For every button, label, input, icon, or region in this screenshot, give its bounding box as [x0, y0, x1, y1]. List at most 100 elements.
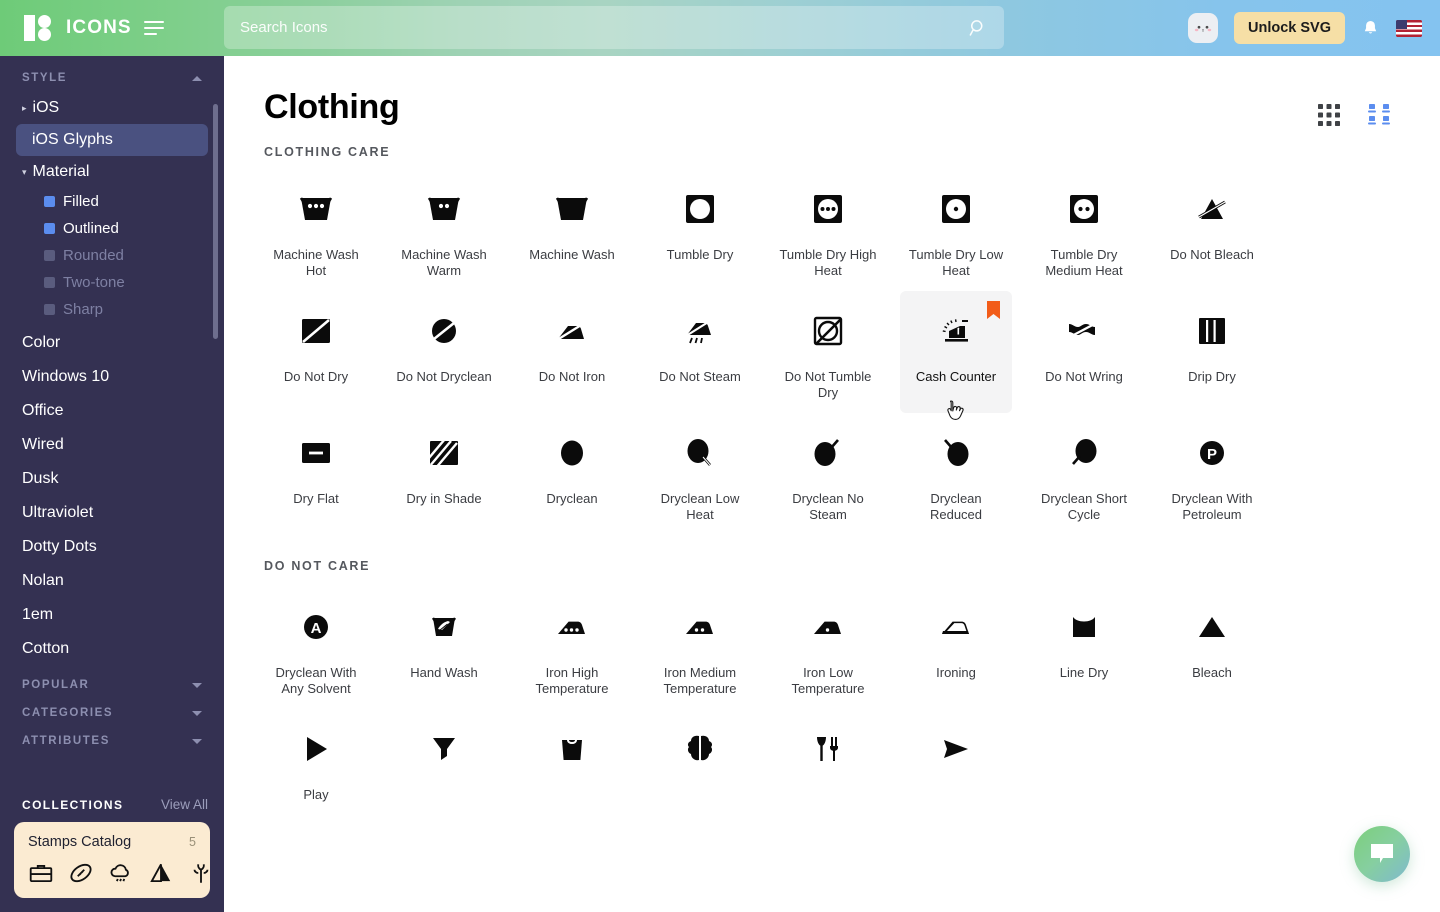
icon-card[interactable]: Iron Medium Temperature — [644, 587, 756, 709]
sidebar-section-categories[interactable]: CATEGORIES — [0, 699, 224, 727]
icon-card-cash-counter[interactable]: Cash Counter — [900, 291, 1012, 420]
icon-card[interactable]: Hand Wash — [388, 587, 500, 709]
sidebar-item-outlined[interactable]: Outlined — [0, 215, 224, 242]
icon-card[interactable]: Iron High Temperature — [516, 587, 628, 709]
sidebar-item-wired[interactable]: Wired — [0, 427, 224, 461]
sidebar-item-material[interactable]: ▾ Material — [0, 156, 224, 188]
icon-label: Tumble Dry Low Heat — [908, 247, 1004, 278]
collection-card-stamps-catalog[interactable]: Stamps Catalog 5 — [14, 822, 210, 898]
icon-card[interactable]: A Dryclean With Any Solvent — [260, 587, 372, 709]
sidebar-section-style[interactable]: STYLE — [0, 56, 224, 92]
sidebar-item-ultraviolet[interactable]: Ultraviolet — [0, 495, 224, 529]
icon-card[interactable]: Dryclean No Steam — [772, 413, 884, 535]
icon-card[interactable]: Play — [260, 709, 372, 829]
hamburger-menu-icon[interactable] — [143, 21, 164, 35]
sidebar-item-nolan[interactable]: Nolan — [0, 563, 224, 597]
bookmark-icon[interactable] — [987, 301, 1000, 319]
icon-card[interactable]: Dryclean Reduced — [900, 413, 1012, 535]
icon-card[interactable] — [516, 709, 628, 829]
chat-bubble-icon — [1371, 844, 1393, 863]
search-input[interactable] — [240, 19, 968, 36]
mountain-icon — [150, 863, 171, 883]
icon-card[interactable]: Ironing — [900, 587, 1012, 709]
icon-card[interactable]: Do Not Dry — [260, 291, 372, 413]
section-label-do-not-care: DO NOT CARE — [264, 559, 371, 573]
sidebar-item-two-tone[interactable]: Two-tone — [0, 269, 224, 296]
icon-card[interactable]: Dryclean Short Cycle — [1028, 413, 1140, 535]
chevron-down-icon[interactable] — [192, 738, 202, 744]
icon-card[interactable]: Iron Low Temperature — [772, 587, 884, 709]
sidebar-scrollbar[interactable] — [213, 104, 218, 339]
cat-avatar-icon[interactable] — [1188, 13, 1218, 43]
sidebar-item-ios[interactable]: ▸ iOS — [0, 92, 224, 124]
icon-card[interactable]: Machine Wash — [516, 169, 628, 291]
notification-bell-icon[interactable] — [1361, 18, 1380, 39]
ironing-icon — [937, 605, 975, 649]
icon-card[interactable]: Machine Wash Hot — [260, 169, 372, 291]
sidebar-item-dotty-dots[interactable]: Dotty Dots — [0, 529, 224, 563]
icon-card[interactable]: Tumble Dry Medium Heat — [1028, 169, 1140, 291]
sidebar-item-1em[interactable]: 1em — [0, 597, 224, 631]
icon-card[interactable]: Line Dry — [1028, 587, 1140, 709]
icon-card[interactable]: Tumble Dry Low Heat — [900, 169, 1012, 291]
search-bar[interactable] — [224, 6, 1004, 49]
checkbox-filled-icon[interactable] — [44, 223, 55, 234]
unlock-svg-button[interactable]: Unlock SVG — [1234, 12, 1345, 44]
sidebar-item-label: Dusk — [22, 470, 59, 487]
brand-logo-icon[interactable] — [24, 15, 56, 41]
icon-card[interactable]: P Dryclean With Petroleum — [1156, 413, 1268, 535]
grid-view-icon[interactable] — [1318, 104, 1340, 126]
checkbox-empty-icon[interactable] — [44, 277, 55, 288]
icon-card[interactable]: Tumble Dry — [644, 169, 756, 291]
icon-card[interactable] — [772, 709, 884, 829]
sidebar-item-sharp[interactable]: Sharp — [0, 296, 224, 323]
sidebar-section-categories-label: CATEGORIES — [22, 707, 114, 719]
icon-card[interactable] — [900, 709, 1012, 829]
chevron-down-icon[interactable] — [192, 682, 202, 688]
icon-card[interactable]: Dryclean — [516, 413, 628, 535]
icon-label: Tumble Dry — [666, 247, 734, 262]
icon-label: Do Not Iron — [538, 369, 606, 384]
icon-card[interactable]: Do Not Dryclean — [388, 291, 500, 413]
icon-label: Do Not Bleach — [1170, 247, 1254, 262]
sidebar-item-label: iOS Glyphs — [32, 131, 113, 148]
icon-card[interactable] — [644, 709, 756, 829]
icon-card[interactable]: Dry in Shade — [388, 413, 500, 535]
checkbox-filled-icon[interactable] — [44, 196, 55, 207]
search-icon[interactable] — [968, 18, 988, 38]
sidebar-item-ios-glyphs[interactable]: iOS Glyphs — [16, 124, 208, 156]
sidebar-section-popular[interactable]: POPULAR — [0, 665, 224, 699]
icon-card[interactable]: Do Not Iron — [516, 291, 628, 413]
icon-card[interactable]: Machine Wash Warm — [388, 169, 500, 291]
chevron-up-icon[interactable] — [192, 75, 202, 81]
sidebar-item-cotton[interactable]: Cotton — [0, 631, 224, 665]
icon-card[interactable]: Dryclean Low Heat — [644, 413, 756, 535]
checkbox-empty-icon[interactable] — [44, 250, 55, 261]
chevron-down-icon[interactable] — [192, 710, 202, 716]
card-view-icon[interactable] — [1368, 104, 1392, 126]
sidebar-item-filled[interactable]: Filled — [0, 188, 224, 215]
icon-card[interactable]: Dry Flat — [260, 413, 372, 535]
chat-bubble-button[interactable] — [1354, 826, 1410, 882]
sidebar-section-attributes[interactable]: ATTRIBUTES — [0, 727, 224, 755]
icon-card[interactable]: Do Not Tumble Dry — [772, 291, 884, 413]
icon-card[interactable]: Do Not Bleach — [1156, 169, 1268, 291]
icon-card[interactable]: Tumble Dry High Heat — [772, 169, 884, 291]
icon-card[interactable]: Bleach — [1156, 587, 1268, 709]
us-flag-icon[interactable] — [1396, 19, 1422, 37]
sidebar-item-label: Rounded — [63, 247, 124, 264]
sidebar-item-windows-10[interactable]: Windows 10 — [0, 359, 224, 393]
sidebar-item-office[interactable]: Office — [0, 393, 224, 427]
icon-card[interactable] — [388, 709, 500, 829]
view-all-link[interactable]: View All — [161, 797, 208, 812]
sidebar-item-rounded[interactable]: Rounded — [0, 242, 224, 269]
icon-card[interactable]: Do Not Steam — [644, 291, 756, 413]
logo-zone[interactable]: ICONS — [0, 0, 224, 56]
sidebar-item-color[interactable]: Color — [0, 323, 224, 359]
checkbox-empty-icon[interactable] — [44, 304, 55, 315]
sidebar-item-label: 1em — [22, 606, 54, 623]
svg-text:A: A — [311, 620, 322, 637]
icon-card[interactable]: Drip Dry — [1156, 291, 1268, 413]
icon-card[interactable]: Do Not Wring — [1028, 291, 1140, 413]
sidebar-item-dusk[interactable]: Dusk — [0, 461, 224, 495]
